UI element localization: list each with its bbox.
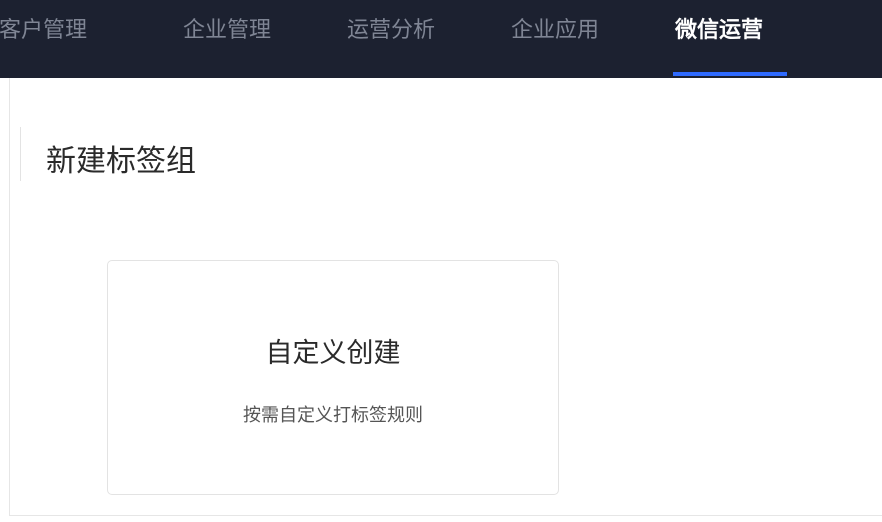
card-description: 按需自定义打标签规则 bbox=[243, 405, 423, 426]
nav-item-enterprise-apps[interactable]: 企业应用 bbox=[511, 0, 599, 78]
nav-item-wechat-operations[interactable]: 微信运营 bbox=[675, 0, 763, 78]
nav-item-operations-analysis[interactable]: 运营分析 bbox=[347, 0, 435, 78]
page-title: 新建标签组 bbox=[46, 144, 196, 179]
nav-item-customer-management[interactable]: 客户管理 bbox=[0, 0, 87, 78]
custom-create-card[interactable]: 自定义创建 按需自定义打标签规则 bbox=[107, 260, 559, 495]
nav-item-enterprise-management[interactable]: 企业管理 bbox=[183, 0, 271, 78]
active-tab-indicator bbox=[673, 72, 787, 76]
top-navigation-bar: 客户管理 企业管理 运营分析 企业应用 微信运营 bbox=[0, 0, 882, 78]
main-content: 新建标签组 自定义创建 按需自定义打标签规则 bbox=[9, 78, 882, 516]
card-title: 自定义创建 bbox=[265, 338, 401, 369]
title-divider bbox=[20, 127, 21, 181]
